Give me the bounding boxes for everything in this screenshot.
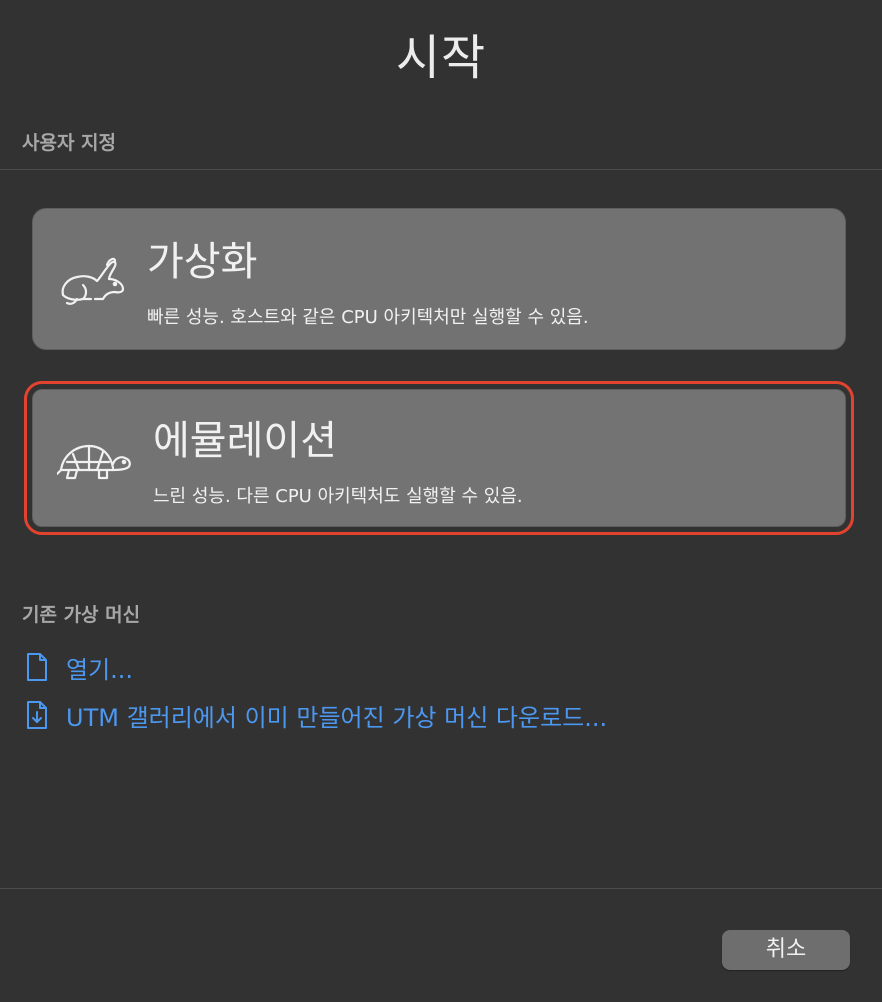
section-label-custom: 사용자 지정 <box>22 132 117 154</box>
download-from-gallery-link[interactable]: UTM 갤러리에서 이미 만들어진 가상 머신 다운로드... <box>24 698 607 732</box>
open-link-label: 열기... <box>66 655 134 684</box>
emulate-option-card[interactable]: 에뮬레이션 느린 성능. 다른 CPU 아키텍처도 실행할 수 있음. <box>24 381 854 535</box>
virtualize-description: 빠른 성능. 호스트와 같은 CPU 아키텍처만 실행할 수 있음. <box>147 307 589 328</box>
emulate-description: 느린 성능. 다른 CPU 아키텍처도 실행할 수 있음. <box>153 486 523 507</box>
emulate-title: 에뮬레이션 <box>153 418 337 464</box>
footer-divider <box>0 888 882 889</box>
download-link-label: UTM 갤러리에서 이미 만들어진 가상 머신 다운로드... <box>66 703 608 732</box>
turtle-icon <box>55 434 131 486</box>
open-link[interactable]: 열기... <box>24 650 133 684</box>
cancel-button[interactable]: 취소 <box>722 930 850 970</box>
virtualize-title: 가상화 <box>147 239 258 285</box>
virtualize-option-card[interactable]: 가상화 빠른 성능. 호스트와 같은 CPU 아키텍처만 실행할 수 있음. <box>32 208 846 350</box>
section-label-existing: 기존 가상 머신 <box>22 604 141 626</box>
document-icon <box>24 652 50 682</box>
document-download-icon <box>24 700 50 730</box>
rabbit-icon <box>57 255 129 307</box>
section-divider <box>0 169 882 170</box>
window-title: 시작 <box>395 30 487 86</box>
